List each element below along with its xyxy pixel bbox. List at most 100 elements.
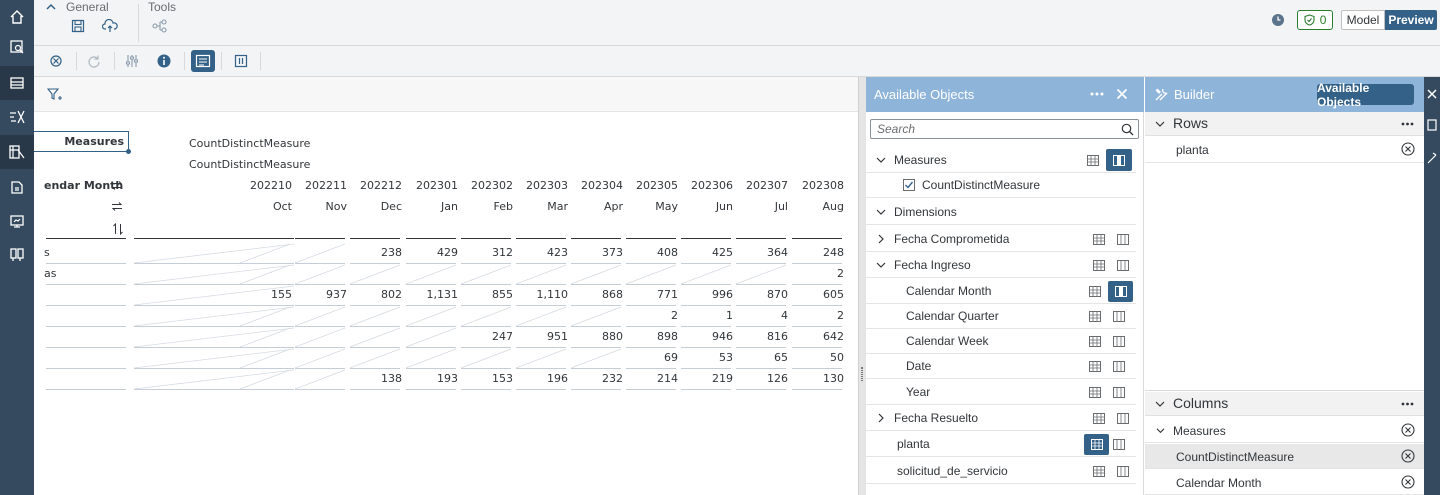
add-to-columns-icon[interactable]: [1108, 281, 1133, 302]
table-cell[interactable]: 898: [624, 330, 678, 343]
search-icon[interactable]: [1121, 123, 1134, 136]
add-to-columns-icon[interactable]: [1112, 408, 1134, 428]
dimension-solicitud-de-servicio[interactable]: solicitud_de_servicio: [866, 458, 1136, 484]
more-options-icon[interactable]: [1090, 88, 1104, 100]
table-cell[interactable]: 1,110: [514, 288, 569, 301]
add-filter-icon[interactable]: [47, 87, 63, 103]
presentation-icon[interactable]: [0, 204, 34, 238]
modeler-icon[interactable]: [0, 135, 34, 169]
rows-drop-area[interactable]: [1145, 164, 1424, 391]
more-options-icon[interactable]: [1401, 122, 1414, 126]
table-cell[interactable]: 138: [348, 372, 402, 385]
add-to-rows-icon[interactable]: [1084, 382, 1106, 402]
add-to-columns-icon[interactable]: [1112, 461, 1134, 481]
collapse-chevron-icon[interactable]: [46, 2, 56, 12]
table-cell[interactable]: 219: [679, 372, 733, 385]
styling-panel-icon[interactable]: [1427, 152, 1437, 164]
list-panel-icon[interactable]: [194, 52, 212, 70]
remove-circle-icon[interactable]: [1401, 142, 1415, 156]
table-cell[interactable]: 126: [734, 372, 788, 385]
columns-calendar-month-item[interactable]: Calendar Month: [1145, 470, 1424, 495]
table-cell[interactable]: 196: [514, 372, 568, 385]
table-cell[interactable]: 855: [459, 288, 513, 301]
table-cell[interactable]: 2: [624, 309, 678, 322]
sort-icon[interactable]: [112, 223, 124, 235]
add-to-columns-icon[interactable]: [1108, 356, 1130, 376]
table-cell[interactable]: 946: [679, 330, 733, 343]
data-analyzer-icon[interactable]: [0, 170, 34, 204]
close-icon[interactable]: [1427, 89, 1437, 99]
available-objects-button[interactable]: Available Objects: [1317, 81, 1414, 109]
settings-sliders-icon[interactable]: [123, 52, 141, 70]
table-cell[interactable]: 247: [459, 330, 513, 343]
add-to-columns-icon[interactable]: [1106, 149, 1132, 171]
table-cell[interactable]: 425: [679, 246, 733, 259]
table-cell[interactable]: 312: [459, 246, 513, 259]
add-to-rows-icon[interactable]: [1084, 434, 1109, 455]
table-cell[interactable]: 408: [624, 246, 678, 259]
builder-panel-icon[interactable]: [1427, 119, 1437, 131]
table-cell[interactable]: 880: [569, 330, 623, 343]
table-cell[interactable]: 802: [348, 288, 402, 301]
dimension-fecha-comprometida[interactable]: Fecha Comprometida: [866, 226, 1136, 252]
table-cell[interactable]: 193: [404, 372, 458, 385]
model-toggle-button[interactable]: Model: [1341, 10, 1385, 30]
table-cell[interactable]: 69: [624, 351, 678, 364]
table-cell[interactable]: 50: [790, 351, 844, 364]
panel-splitter[interactable]: [858, 77, 866, 495]
table-cell[interactable]: 65: [734, 351, 788, 364]
catalog-icon[interactable]: [0, 238, 34, 272]
table-cell[interactable]: 870: [734, 288, 788, 301]
hierarchy-date[interactable]: Date: [866, 353, 1136, 379]
history-clock-icon[interactable]: [1269, 11, 1287, 29]
add-to-rows-icon[interactable]: [1088, 255, 1110, 275]
resize-handle[interactable]: [126, 149, 131, 154]
swap-axes-icon[interactable]: [111, 180, 123, 191]
hierarchy-calendar-month[interactable]: Calendar Month: [866, 278, 1136, 304]
columns-measures-item[interactable]: Measures: [1145, 418, 1424, 443]
table-cell[interactable]: 1: [679, 309, 733, 322]
dimension-fecha-resuelto[interactable]: Fecha Resuelto: [866, 405, 1136, 431]
table-cell[interactable]: 816: [734, 330, 788, 343]
columns-measure-item[interactable]: CountDistinctMeasure: [1145, 444, 1424, 469]
upload-cloud-icon[interactable]: [101, 17, 119, 35]
table-cell[interactable]: 130: [790, 372, 844, 385]
chevron-down-icon[interactable]: [1156, 426, 1165, 435]
search-input[interactable]: [871, 120, 1111, 138]
dimension-planta[interactable]: planta: [866, 431, 1136, 457]
table-cell[interactable]: 2: [790, 309, 844, 322]
rows-section-header[interactable]: Rows: [1145, 112, 1424, 136]
chevron-right-icon[interactable]: [876, 234, 886, 244]
close-icon[interactable]: [1116, 88, 1128, 100]
add-to-rows-icon[interactable]: [1082, 150, 1104, 170]
add-to-columns-icon[interactable]: [1108, 306, 1130, 326]
add-to-rows-icon[interactable]: [1084, 356, 1106, 376]
measure-checkbox[interactable]: [903, 179, 915, 191]
table-cell[interactable]: 364: [734, 246, 788, 259]
add-to-rows-icon[interactable]: [1088, 461, 1110, 481]
table-cell[interactable]: 248: [790, 246, 844, 259]
swap-axes-icon[interactable]: [111, 201, 123, 212]
add-to-rows-icon[interactable]: [1084, 281, 1106, 301]
chevron-down-icon[interactable]: [876, 207, 886, 217]
undo-icon[interactable]: [47, 52, 65, 70]
validation-badge[interactable]: 0: [1297, 10, 1333, 30]
table-cell[interactable]: 996: [679, 288, 733, 301]
table-cell[interactable]: 771: [624, 288, 678, 301]
table-cell[interactable]: 373: [569, 246, 623, 259]
table-cell[interactable]: 238: [348, 246, 402, 259]
table-cell[interactable]: 4: [734, 309, 788, 322]
table-cell[interactable]: 951: [514, 330, 568, 343]
table-cell[interactable]: 868: [569, 288, 623, 301]
dimensions-section-header[interactable]: Dimensions: [866, 199, 1136, 225]
add-to-columns-icon[interactable]: [1112, 229, 1134, 249]
remove-circle-icon[interactable]: [1401, 423, 1415, 437]
table-cell[interactable]: 937: [293, 288, 347, 301]
table-cell[interactable]: 642: [790, 330, 844, 343]
add-to-rows-icon[interactable]: [1088, 229, 1110, 249]
analytic-application-icon[interactable]: [0, 100, 34, 134]
search-document-icon[interactable]: [0, 30, 34, 64]
measures-section-header[interactable]: Measures: [866, 147, 1136, 173]
measures-header-cell[interactable]: Measures: [34, 131, 131, 154]
data-grid[interactable]: Measures CountDistinctMeasure CountDisti…: [34, 112, 858, 495]
